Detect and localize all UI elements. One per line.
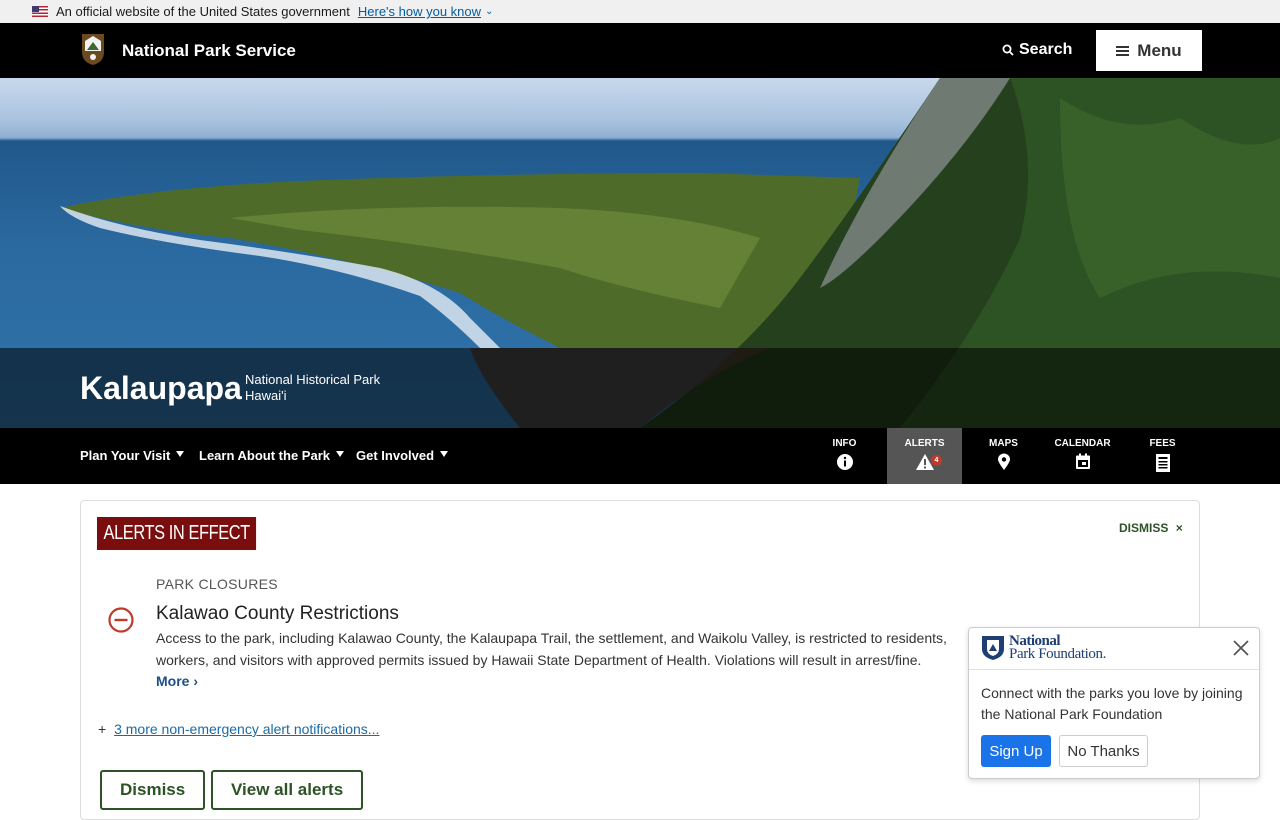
quicknav-fees[interactable]: FEES (1125, 428, 1200, 484)
alert-category: PARK CLOSURES (156, 576, 278, 592)
nav-label: Learn About the Park (199, 448, 330, 463)
caret-down-icon (176, 451, 185, 457)
close-icon: × (1175, 521, 1183, 535)
info-icon (836, 454, 853, 470)
alert-body: Access to the park, including Kalawao Co… (156, 630, 947, 668)
heres-how-you-know-link[interactable]: Here's how you know (358, 4, 481, 19)
dismiss-alerts-link[interactable]: DISMISS × (1119, 521, 1183, 535)
expand-plus-icon: + (98, 721, 107, 737)
site-header: National Park Service Search Menu (0, 23, 1280, 78)
nps-arrowhead-icon[interactable] (80, 32, 106, 66)
npf-logo-text: National Park Foundation. (1009, 634, 1106, 662)
park-state: Hawai'i (245, 388, 287, 403)
calendar-icon (1075, 453, 1090, 469)
alerts-heading: ALERTS IN EFFECT (97, 517, 257, 550)
site-brand[interactable]: National Park Service (122, 41, 296, 61)
npf-logo-line2: Park Foundation. (1009, 646, 1106, 662)
alerts-count-badge: 4 (931, 455, 942, 466)
npf-shield-icon (982, 636, 1004, 660)
close-icon[interactable] (1231, 638, 1251, 658)
quicknav-info[interactable]: INFO (807, 428, 882, 484)
hamburger-icon (1116, 45, 1130, 56)
more-alerts-link[interactable]: 3 more non-emergency alert notifications… (114, 721, 379, 737)
dismiss-label: DISMISS (1119, 521, 1169, 535)
quicknav-alerts[interactable]: ALERTS 4 (887, 428, 962, 484)
quicknav-label: INFO (832, 438, 857, 449)
menu-button[interactable]: Menu (1096, 30, 1202, 71)
caret-down-icon (335, 451, 344, 457)
fees-receipt-icon (1155, 454, 1170, 472)
npf-logo: National Park Foundation. (981, 634, 1106, 662)
park-name[interactable]: Kalaupapa (80, 370, 242, 407)
menu-label: Menu (1137, 40, 1182, 60)
alert-title: Kalawao County Restrictions (156, 603, 399, 624)
chevron-right-icon: › (193, 673, 199, 689)
chevron-down-icon[interactable]: ⌄ (485, 6, 493, 17)
park-designation: National Historical Park Hawai'i (245, 372, 380, 404)
more-label: More (156, 673, 190, 689)
nav-label: Plan Your Visit (80, 448, 171, 463)
search-button[interactable]: Search (1002, 41, 1072, 59)
dismiss-button[interactable]: Dismiss (100, 770, 206, 810)
quicknav-calendar[interactable]: CALENDAR (1045, 428, 1120, 484)
view-all-alerts-button[interactable]: View all alerts (211, 770, 364, 810)
park-designation-text: National Historical Park (245, 372, 381, 387)
hero-banner: Kalaupapa National Historical Park Hawai… (0, 78, 1280, 428)
map-pin-icon (997, 453, 1010, 470)
quicknav-label: ALERTS (904, 438, 945, 449)
nav-get-involved[interactable]: Get Involved (356, 448, 449, 463)
nav-learn-about-the-park[interactable]: Learn About the Park (199, 448, 344, 463)
search-label: Search (1019, 41, 1073, 58)
quicknav-label: MAPS (989, 438, 1018, 449)
nav-label: Get Involved (356, 448, 435, 463)
npf-signup-popup: National Park Foundation. Connect with t… (968, 627, 1260, 779)
us-flag-icon (32, 6, 48, 17)
gov-banner: An official website of the United States… (0, 0, 1280, 23)
search-icon (1002, 44, 1014, 56)
nav-plan-your-visit[interactable]: Plan Your Visit (80, 448, 185, 463)
gov-banner-text: An official website of the United States… (56, 4, 350, 19)
more-alerts-row: + 3 more non-emergency alert notificatio… (98, 721, 379, 737)
closure-icon (108, 607, 134, 633)
park-nav: Plan Your Visit Learn About the Park Get… (0, 428, 1280, 484)
popup-message: Connect with the parks you love by joini… (981, 685, 1243, 722)
quicknav-label: FEES (1149, 438, 1176, 449)
popup-divider (969, 669, 1259, 670)
quicknav-maps[interactable]: MAPS (966, 428, 1041, 484)
alert-more-link[interactable]: More › (156, 673, 198, 689)
caret-down-icon (440, 451, 449, 457)
sign-up-button[interactable]: Sign Up (981, 735, 1051, 767)
quicknav-label: CALENDAR (1054, 438, 1111, 449)
no-thanks-button[interactable]: No Thanks (1059, 735, 1148, 767)
